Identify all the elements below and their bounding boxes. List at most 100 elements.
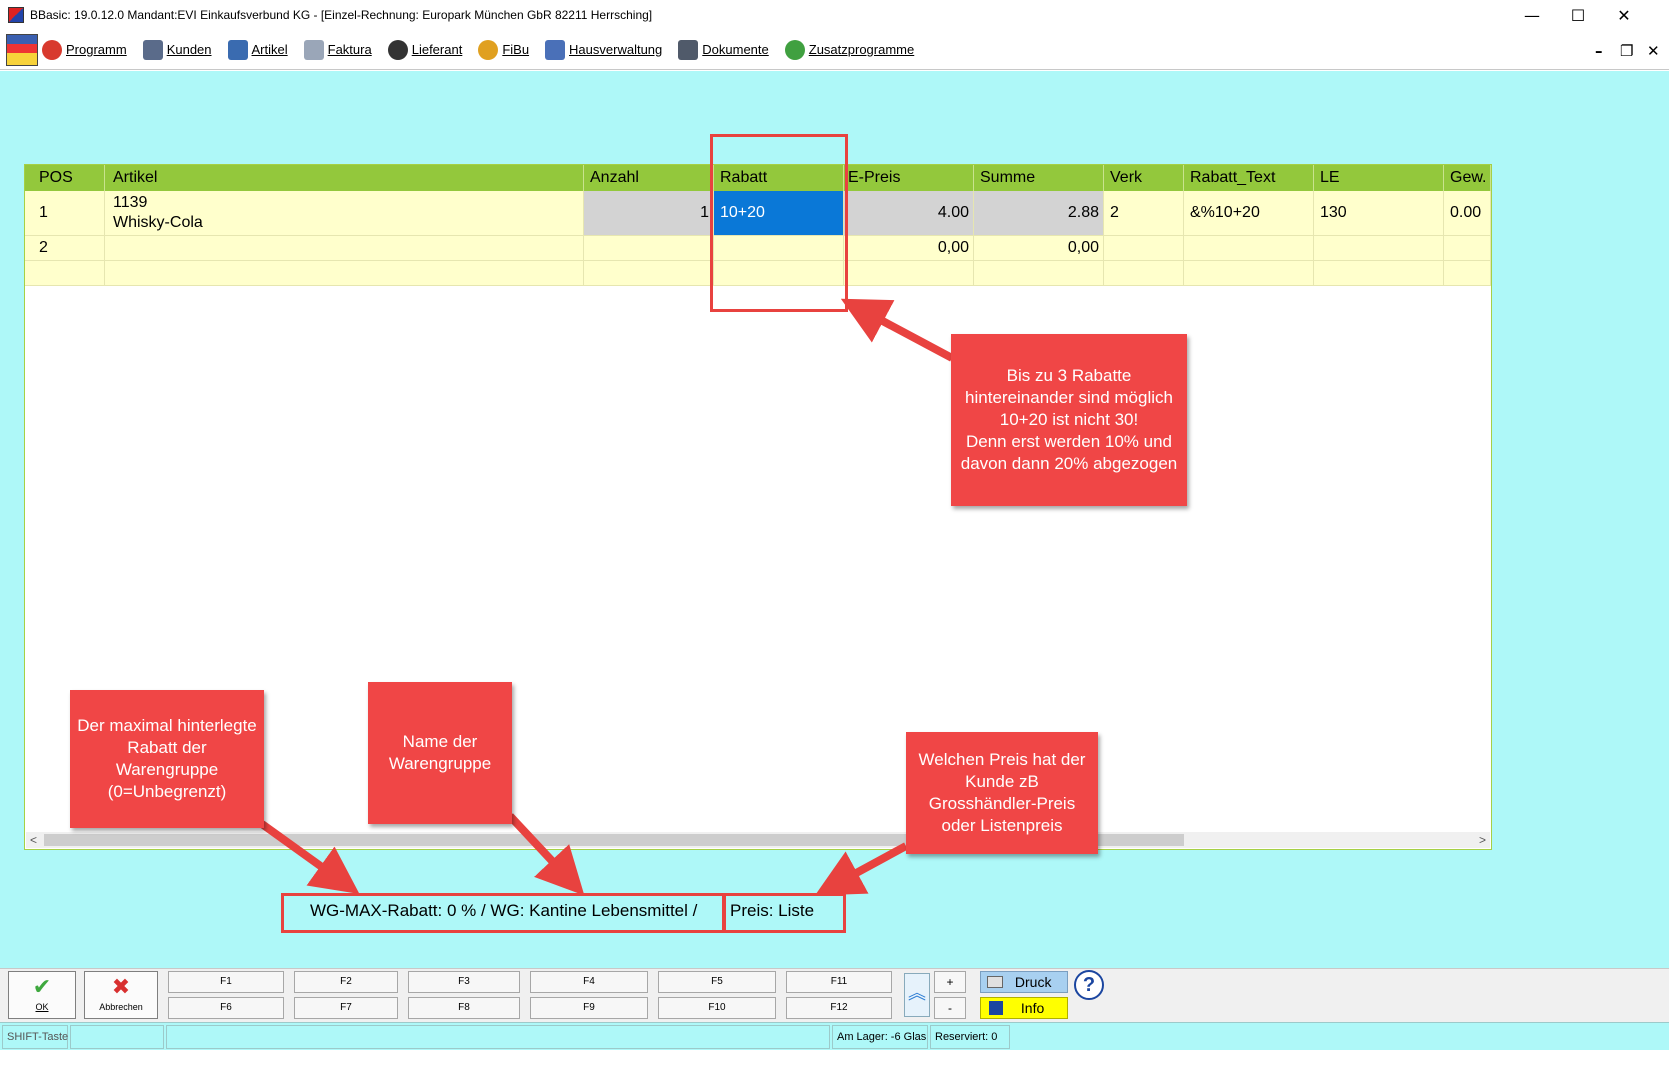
help-icon[interactable]: ? xyxy=(1074,970,1104,1000)
f11-button[interactable]: F11 xyxy=(786,971,892,993)
cell-summe[interactable]: 0,00 xyxy=(974,236,1104,260)
menu-hausverwaltung[interactable]: Hausverwaltung xyxy=(545,39,663,60)
menu-label: Hausverwaltung xyxy=(569,42,663,57)
f4-button[interactable]: F4 xyxy=(530,971,648,993)
col-rabatt-text[interactable]: Rabatt_Text xyxy=(1184,165,1314,191)
menu-zusatzprogramme[interactable]: Zusatzprogramme xyxy=(784,39,915,60)
mdi-minimize-button[interactable]: – xyxy=(1595,42,1603,60)
cell-empty[interactable] xyxy=(1184,261,1314,285)
f3-button[interactable]: F3 xyxy=(408,971,520,993)
kunden-icon xyxy=(142,39,163,60)
zusatz-icon xyxy=(784,39,805,60)
cell-empty[interactable] xyxy=(1444,261,1491,285)
col-epreis[interactable]: E-Preis xyxy=(844,165,974,191)
col-le[interactable]: LE xyxy=(1314,165,1444,191)
cancel-icon: ✖ xyxy=(111,975,131,1000)
artikel-nr: 1139 xyxy=(113,194,148,211)
status-empty xyxy=(70,1025,164,1049)
f5-button[interactable]: F5 xyxy=(658,971,776,993)
col-pos[interactable]: POS xyxy=(25,165,105,191)
f9-button[interactable]: F9 xyxy=(530,997,648,1019)
cell-rabatt-text[interactable]: &%10+20 xyxy=(1184,191,1314,235)
ok-label: OK xyxy=(35,1002,49,1012)
col-verk[interactable]: Verk xyxy=(1104,165,1184,191)
cell-empty[interactable] xyxy=(584,261,714,285)
menu-label: Dokumente xyxy=(702,42,769,57)
cell-verk[interactable]: 2 xyxy=(1104,191,1184,235)
menu-label: Programm xyxy=(66,42,127,57)
scroll-right-arrow-icon[interactable]: > xyxy=(1479,832,1486,848)
minus-button[interactable]: - xyxy=(934,997,966,1019)
cell-summe[interactable]: 2.88 xyxy=(974,191,1104,235)
cell-empty[interactable] xyxy=(974,261,1104,285)
col-artikel[interactable]: Artikel xyxy=(105,165,584,191)
cancel-button[interactable]: ✖ Abbrechen xyxy=(84,971,158,1019)
menu-faktura[interactable]: Faktura xyxy=(303,39,372,60)
cell-empty[interactable] xyxy=(1104,261,1184,285)
cell-epreis[interactable]: 0,00 xyxy=(844,236,974,260)
minimize-button[interactable]: — xyxy=(1509,0,1555,30)
close-button[interactable]: ✕ xyxy=(1601,0,1647,30)
menu-label: Zusatzprogramme xyxy=(808,42,915,57)
status-reserviert: Reserviert: 0 xyxy=(930,1025,1010,1049)
cell-artikel[interactable] xyxy=(105,236,584,260)
menu-label: Artikel xyxy=(251,42,288,57)
status-shift: SHIFT-Taste xyxy=(2,1025,68,1049)
menu-programm[interactable]: Programm xyxy=(42,39,127,60)
printer-icon xyxy=(987,976,1003,988)
f6-button[interactable]: F6 xyxy=(168,997,284,1019)
maximize-button[interactable]: ☐ xyxy=(1555,0,1601,30)
background-area xyxy=(0,1050,1669,1074)
cell-anzahl[interactable]: 1 xyxy=(584,191,714,235)
window-title: BBasic: 19.0.12.0 Mandant:EVI Einkaufsve… xyxy=(30,8,653,22)
app-icon xyxy=(8,7,24,23)
druck-button[interactable]: Druck xyxy=(980,971,1068,993)
status-lager: Am Lager: -6 Glas xyxy=(832,1025,928,1049)
menu-label: Faktura xyxy=(327,42,372,57)
highlight-preis-info xyxy=(722,893,846,933)
cell-rabatt-text[interactable] xyxy=(1184,236,1314,260)
f1-button[interactable]: F1 xyxy=(168,971,284,993)
scroll-left-arrow-icon[interactable]: < xyxy=(30,832,37,848)
menu-lieferant[interactable]: Lieferant xyxy=(387,39,462,60)
house-icon xyxy=(545,39,566,60)
f2-button[interactable]: F2 xyxy=(294,971,398,993)
menu-fibu[interactable]: FiBu xyxy=(478,39,529,60)
info-button[interactable]: Info xyxy=(980,997,1068,1019)
horizontal-scrollbar[interactable]: < > xyxy=(26,832,1490,848)
cell-epreis[interactable]: 4.00 xyxy=(844,191,974,235)
f12-button[interactable]: F12 xyxy=(786,997,892,1019)
cell-empty[interactable] xyxy=(844,261,974,285)
lieferant-icon xyxy=(387,39,408,60)
col-summe[interactable]: Summe xyxy=(974,165,1104,191)
cell-empty[interactable] xyxy=(25,261,105,285)
cell-pos[interactable]: 2 xyxy=(25,236,105,260)
highlight-wg-info xyxy=(281,893,726,933)
checkmark-icon: ✔ xyxy=(32,975,52,1000)
euro-icon xyxy=(478,39,499,60)
menu-dokumente[interactable]: Dokumente xyxy=(678,39,769,60)
cell-anzahl[interactable] xyxy=(584,236,714,260)
cell-le[interactable] xyxy=(1314,236,1444,260)
cell-empty[interactable] xyxy=(1314,261,1444,285)
mdi-restore-button[interactable]: ❐ xyxy=(1620,42,1633,60)
cell-gew[interactable]: 0.00 xyxy=(1444,191,1491,235)
cell-pos[interactable]: 1 xyxy=(25,191,105,235)
cell-gew[interactable] xyxy=(1444,236,1491,260)
f8-button[interactable]: F8 xyxy=(408,997,520,1019)
col-anzahl[interactable]: Anzahl xyxy=(584,165,714,191)
ok-button[interactable]: ✔ OK xyxy=(8,971,76,1019)
f10-button[interactable]: F10 xyxy=(658,997,776,1019)
scroll-up-icon[interactable]: ︽ xyxy=(904,973,930,1017)
cell-artikel[interactable]: 1139 Whisky-Cola xyxy=(105,191,584,235)
mdi-close-button[interactable]: ✕ xyxy=(1647,42,1660,60)
menu-kunden[interactable]: Kunden xyxy=(142,39,212,60)
document-icon xyxy=(678,39,699,60)
cell-le[interactable]: 130 xyxy=(1314,191,1444,235)
col-gew[interactable]: Gew. xyxy=(1444,165,1491,191)
f7-button[interactable]: F7 xyxy=(294,997,398,1019)
menu-artikel[interactable]: Artikel xyxy=(227,39,288,60)
plus-button[interactable]: + xyxy=(934,971,966,993)
cell-empty[interactable] xyxy=(105,261,584,285)
cell-verk[interactable] xyxy=(1104,236,1184,260)
